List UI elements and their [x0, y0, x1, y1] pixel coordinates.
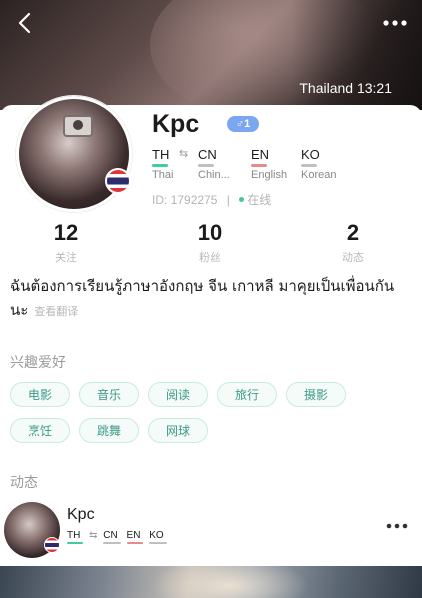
post-image[interactable] — [0, 566, 422, 598]
language-level-bar — [198, 164, 214, 167]
online-status: 在线 — [247, 193, 272, 207]
online-dot-icon — [239, 197, 245, 202]
interest-tag[interactable]: 网球 — [148, 418, 208, 443]
language-code: TH — [152, 147, 170, 162]
language-level-bar — [251, 164, 267, 167]
stat-label: 粉丝 — [199, 251, 221, 264]
stat-label: 动态 — [342, 251, 364, 264]
stat-following[interactable]: 12 关注 — [26, 220, 106, 265]
profile-username: Kpc — [152, 110, 200, 138]
male-icon: ♂1 — [235, 118, 251, 130]
language-item-en: EN English — [251, 147, 287, 181]
gender-age-badge: ♂1 — [227, 116, 259, 132]
interest-tag[interactable]: 阅读 — [148, 382, 208, 407]
id-divider: | — [226, 193, 230, 207]
interest-tag[interactable]: 烹饪 — [10, 418, 70, 443]
thailand-flag-icon — [105, 168, 131, 194]
language-item-cn: CN Chin... — [198, 147, 230, 181]
language-name: Chin... — [198, 169, 230, 181]
translate-link[interactable]: 查看翻译 — [34, 305, 78, 318]
post-author-name[interactable]: Kpc — [67, 506, 95, 524]
language-name: Thai — [152, 169, 174, 181]
swap-icon: ⇆ — [89, 530, 98, 541]
camera-icon — [63, 115, 93, 137]
bio-text: ฉันต้องการเรียนรู้ภาษาอังกฤษ จีน เกาหลี … — [10, 274, 412, 324]
post-language: CN — [103, 530, 121, 544]
post-language: EN — [126, 530, 144, 544]
stat-moments[interactable]: 2 动态 — [313, 220, 393, 265]
language-level-bar — [301, 164, 317, 167]
language-item-ko: KO Korean — [301, 147, 336, 181]
header-cover-photo: Thailand 13:21 — [0, 0, 422, 110]
interest-tag[interactable]: 电影 — [10, 382, 70, 407]
back-button[interactable] — [10, 8, 40, 38]
moments-title: 动态 — [10, 475, 38, 491]
user-id: ID: 1792275 — [152, 193, 218, 207]
language-name: English — [251, 169, 288, 181]
language-name: Korean — [301, 169, 337, 181]
language-level-bar — [152, 164, 168, 167]
language-code: EN — [251, 147, 270, 162]
swap-icon: ⇆ — [179, 147, 189, 160]
location-time-label: Thailand 13:21 — [299, 80, 392, 96]
stat-value: 10 — [197, 220, 223, 245]
stat-value: 2 — [346, 220, 360, 245]
interest-tag[interactable]: 音乐 — [79, 382, 139, 407]
language-code: CN — [198, 147, 217, 162]
interest-tag[interactable]: 旅行 — [217, 382, 277, 407]
stat-followers[interactable]: 10 粉丝 — [170, 220, 250, 265]
stat-label: 关注 — [55, 251, 77, 264]
post-language: KO — [149, 530, 167, 544]
more-options-button[interactable] — [378, 10, 412, 36]
language-code: KO — [301, 147, 320, 162]
interest-tag[interactable]: 摄影 — [286, 382, 346, 407]
stat-value: 12 — [53, 220, 79, 245]
user-id-line: ID: 1792275 | 在线 — [152, 191, 271, 208]
back-arrow-icon — [18, 12, 31, 34]
thailand-flag-icon — [44, 537, 60, 553]
more-dots-icon — [386, 523, 408, 529]
language-item-th: TH Thai — [152, 147, 173, 181]
interest-tag[interactable]: 跳舞 — [79, 418, 139, 443]
post-more-button[interactable] — [382, 516, 412, 536]
avatar[interactable] — [16, 96, 132, 212]
post-author-languages: TH ⇆ CN EN KO — [67, 530, 170, 544]
interests-title: 兴趣爱好 — [10, 355, 66, 371]
more-dots-icon — [383, 20, 407, 26]
post-language: TH — [67, 530, 84, 544]
